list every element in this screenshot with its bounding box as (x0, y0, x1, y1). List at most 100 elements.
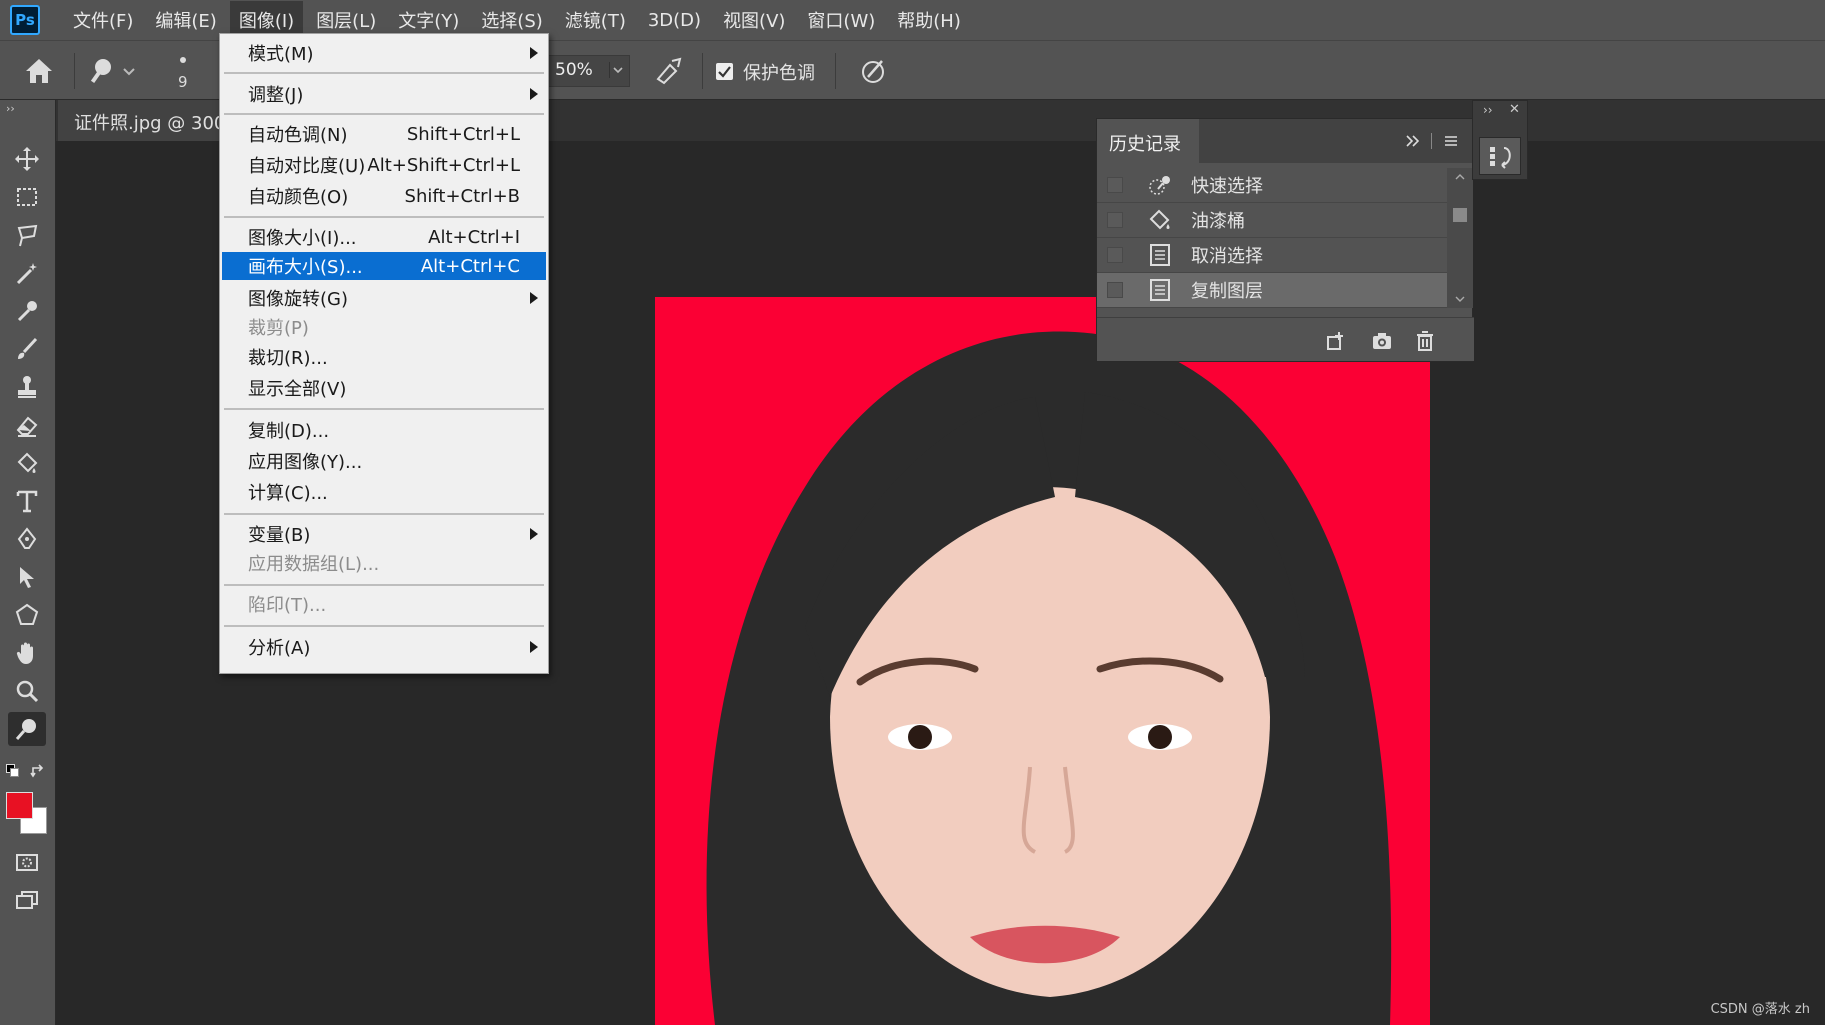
type-tool-icon[interactable] (8, 484, 46, 518)
menu-item-calculations[interactable]: 计算(C)... (222, 478, 546, 506)
expand-panel-icon[interactable]: ›› (6, 102, 15, 115)
panel-menu-icon[interactable] (1443, 133, 1459, 149)
camera-icon[interactable] (1371, 330, 1393, 352)
menu-item-variables[interactable]: 变量(B) (222, 520, 546, 548)
history-item-duplicate-layer[interactable]: 复制图层 (1097, 273, 1447, 308)
menu-item-label: 变量(B) (248, 525, 311, 546)
menu-item-duplicate[interactable]: 复制(D)... (222, 416, 546, 444)
airbrush-icon[interactable] (652, 55, 684, 87)
history-snapshot-checkbox[interactable] (1107, 177, 1123, 193)
new-document-from-state-icon[interactable] (1325, 330, 1347, 352)
scroll-up-icon[interactable] (1447, 170, 1473, 184)
menu-item-apply-image[interactable]: 应用图像(Y)... (222, 447, 546, 475)
history-item-paint-bucket[interactable]: 油漆桶 (1097, 203, 1447, 238)
menu-item-label: 画布大小(S)... (248, 257, 363, 278)
document-tab[interactable]: 证件照.jpg @ 300 (58, 100, 228, 141)
magic-wand-tool-icon[interactable] (8, 256, 46, 290)
path-selection-tool-icon[interactable] (8, 560, 46, 594)
paint-bucket-tool-icon[interactable] (8, 446, 46, 480)
scroll-down-icon[interactable] (1447, 292, 1473, 306)
history-snapshot-checkbox[interactable] (1107, 247, 1123, 263)
menu-item-label: 图像旋转(G) (248, 289, 348, 310)
move-tool-icon[interactable] (8, 142, 46, 176)
pressure-icon[interactable] (858, 55, 890, 87)
menu-item-mode[interactable]: 模式(M) (222, 39, 546, 67)
history-panel-tab[interactable]: 历史记录 (1097, 119, 1199, 163)
menu-item-analysis[interactable]: 分析(A) (222, 633, 546, 661)
document-canvas[interactable] (655, 297, 1430, 1025)
zoom-tool-icon[interactable] (8, 674, 46, 708)
history-panel-icon[interactable] (1479, 137, 1521, 175)
menu-item-label: 自动色调(N) (248, 125, 348, 146)
menu-filter[interactable]: 滤镜(T) (556, 1, 635, 39)
menu-item-adjustments[interactable]: 调整(J) (222, 80, 546, 108)
home-icon[interactable] (24, 57, 54, 85)
scrollbar-thumb[interactable] (1453, 208, 1467, 222)
eyedropper-tool-icon[interactable] (8, 294, 46, 328)
menu-item-label: 计算(C)... (248, 483, 328, 504)
paint-bucket-icon (1147, 207, 1173, 233)
menu-item-label: 调整(J) (248, 85, 304, 106)
menu-item-shortcut: Alt+Ctrl+I (428, 226, 520, 248)
foreground-color-swatch[interactable] (6, 792, 33, 819)
lasso-tool-icon[interactable] (8, 218, 46, 252)
history-item-label: 油漆桶 (1191, 211, 1245, 232)
menu-item-canvas-size[interactable]: 画布大小(S)... Alt+Ctrl+C (222, 252, 546, 280)
menu-view[interactable]: 视图(V) (714, 1, 794, 39)
panel-separator (1431, 133, 1432, 149)
history-scrollbar[interactable] (1447, 168, 1473, 308)
tool-preset-icon[interactable] (88, 56, 138, 86)
menu-item-trim[interactable]: 裁切(R)... (222, 343, 546, 371)
history-snapshot-checkbox[interactable] (1107, 212, 1123, 228)
hand-tool-icon[interactable] (8, 636, 46, 670)
tools-panel: ›› (0, 100, 56, 1025)
portrait-photo (655, 297, 1430, 1025)
menu-window[interactable]: 窗口(W) (798, 1, 884, 39)
quick-selection-tool-icon[interactable] (8, 712, 46, 746)
stamp-tool-icon[interactable] (8, 370, 46, 404)
history-item-label: 快速选择 (1191, 176, 1263, 197)
trash-icon[interactable] (1414, 330, 1436, 352)
history-snapshot-checkbox[interactable] (1107, 282, 1123, 298)
history-item-label: 复制图层 (1191, 281, 1263, 302)
menu-item-reveal-all[interactable]: 显示全部(V) (222, 374, 546, 402)
shape-tool-icon[interactable] (8, 598, 46, 632)
brush-tool-icon[interactable] (8, 332, 46, 366)
brush-size-picker[interactable]: 9 (168, 51, 218, 95)
menu-item-auto-tone[interactable]: 自动色调(N) Shift+Ctrl+L (222, 120, 546, 148)
document-icon (1147, 242, 1173, 268)
menu-item-shortcut: Shift+Ctrl+B (404, 185, 520, 207)
pen-tool-icon[interactable] (8, 522, 46, 556)
menu-item-label: 显示全部(V) (248, 379, 347, 400)
menu-edit[interactable]: 编辑(E) (146, 1, 225, 39)
menu-item-label: 裁剪(P) (248, 318, 309, 339)
expand-dock-icon[interactable]: ›› (1483, 103, 1493, 117)
quick-mask-icon[interactable] (8, 845, 46, 879)
menu-item-label: 模式(M) (248, 44, 314, 65)
menu-3d[interactable]: 3D(D) (639, 4, 710, 37)
history-panel-footer (1097, 317, 1474, 361)
menu-item-auto-contrast[interactable]: 自动对比度(U) Alt+Shift+Ctrl+L (222, 151, 546, 179)
screen-mode-icon[interactable] (8, 883, 46, 917)
default-colors-icon[interactable] (6, 764, 20, 778)
menu-item-image-rotation[interactable]: 图像旋转(G) (222, 284, 546, 312)
close-icon[interactable]: ✕ (1509, 102, 1520, 117)
menu-item-label: 图像大小(I)... (248, 228, 357, 249)
chevron-down-icon[interactable] (609, 62, 625, 78)
protect-tones-checkbox[interactable] (716, 63, 733, 80)
history-item-quick-selection[interactable]: 快速选择 (1097, 168, 1447, 203)
history-item-deselect[interactable]: 取消选择 (1097, 238, 1447, 273)
swap-colors-icon[interactable] (30, 764, 46, 780)
marquee-tool-icon[interactable] (8, 180, 46, 214)
menu-item-image-size[interactable]: 图像大小(I)... Alt+Ctrl+I (222, 223, 546, 251)
menu-item-label: 应用数据组(L)... (248, 554, 380, 575)
photoshop-logo[interactable]: Ps (10, 5, 40, 35)
menu-item-auto-color[interactable]: 自动颜色(O) Shift+Ctrl+B (222, 182, 546, 210)
collapse-panel-icon[interactable] (1405, 133, 1421, 149)
menu-help[interactable]: 帮助(H) (888, 1, 970, 39)
strength-field[interactable]: 50% (548, 55, 630, 87)
menu-file[interactable]: 文件(F) (64, 1, 142, 39)
eraser-tool-icon[interactable] (8, 408, 46, 442)
submenu-arrow-icon (530, 47, 538, 59)
menu-item-shortcut: Alt+Shift+Ctrl+L (367, 154, 520, 176)
